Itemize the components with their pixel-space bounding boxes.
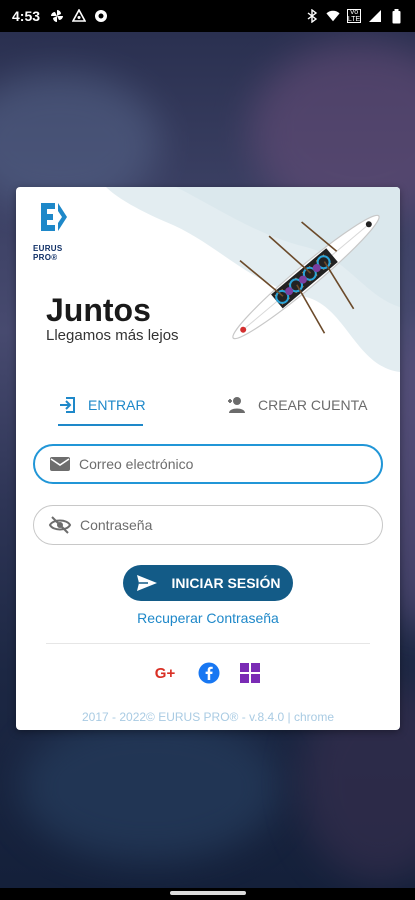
password-field bbox=[33, 505, 383, 545]
tab-login[interactable]: ENTRAR bbox=[58, 382, 146, 428]
battery-icon bbox=[389, 8, 403, 23]
bluetooth-icon bbox=[305, 9, 319, 23]
tab-register-label: CREAR CUENTA bbox=[258, 397, 368, 413]
hero-subtitle: Llegamos más lejos bbox=[46, 327, 179, 344]
login-card: EURUS PRO® Juntos Llegamos más lejos ENT… bbox=[16, 187, 400, 730]
home-gesture-handle[interactable] bbox=[170, 891, 246, 895]
login-icon bbox=[60, 397, 75, 413]
volte-icon: Vo LTE bbox=[347, 9, 361, 23]
google-plus-label: G+ bbox=[154, 664, 176, 682]
login-button[interactable]: INICIAR SESIÓN bbox=[123, 565, 293, 601]
rowing-boat-illustration bbox=[232, 214, 380, 340]
visibility-off-icon[interactable] bbox=[48, 515, 72, 535]
circle-icon bbox=[94, 9, 108, 23]
active-tab-indicator bbox=[58, 424, 143, 426]
google-plus-icon[interactable]: G+ bbox=[152, 661, 178, 685]
status-bar: 4:53 Vo LTE bbox=[0, 0, 415, 32]
microsoft-icon[interactable] bbox=[240, 661, 260, 685]
signal-icon bbox=[368, 9, 382, 23]
recover-password-link[interactable]: Recuperar Contraseña bbox=[16, 610, 400, 626]
divider bbox=[46, 643, 370, 644]
login-button-label: INICIAR SESIÓN bbox=[171, 575, 281, 591]
tab-login-label: ENTRAR bbox=[88, 397, 146, 413]
hero-header: EURUS PRO® Juntos Llegamos más lejos bbox=[16, 187, 400, 372]
tab-register[interactable]: CREAR CUENTA bbox=[226, 382, 367, 428]
eurus-logo-icon bbox=[41, 203, 67, 231]
facebook-icon[interactable] bbox=[197, 661, 221, 685]
logo-text: EURUS PRO® bbox=[33, 244, 63, 262]
delta-icon bbox=[72, 9, 87, 23]
email-input[interactable] bbox=[79, 456, 359, 472]
wifi-icon bbox=[326, 9, 340, 23]
pinwheel-icon bbox=[50, 9, 64, 23]
status-time: 4:53 bbox=[12, 8, 41, 24]
hero-title: Juntos bbox=[46, 292, 151, 328]
footer-version: 2017 - 2022© EURUS PRO® - v.8.4.0 | chro… bbox=[81, 710, 334, 724]
person-add-icon bbox=[228, 397, 245, 413]
password-input[interactable] bbox=[80, 517, 360, 533]
system-nav-bar bbox=[0, 888, 415, 900]
email-field bbox=[33, 444, 383, 484]
email-icon bbox=[50, 457, 70, 471]
eurus-pro-logo: EURUS PRO® bbox=[33, 197, 89, 262]
send-icon bbox=[136, 575, 157, 591]
auth-tabs: ENTRAR CREAR CUENTA bbox=[16, 382, 400, 428]
